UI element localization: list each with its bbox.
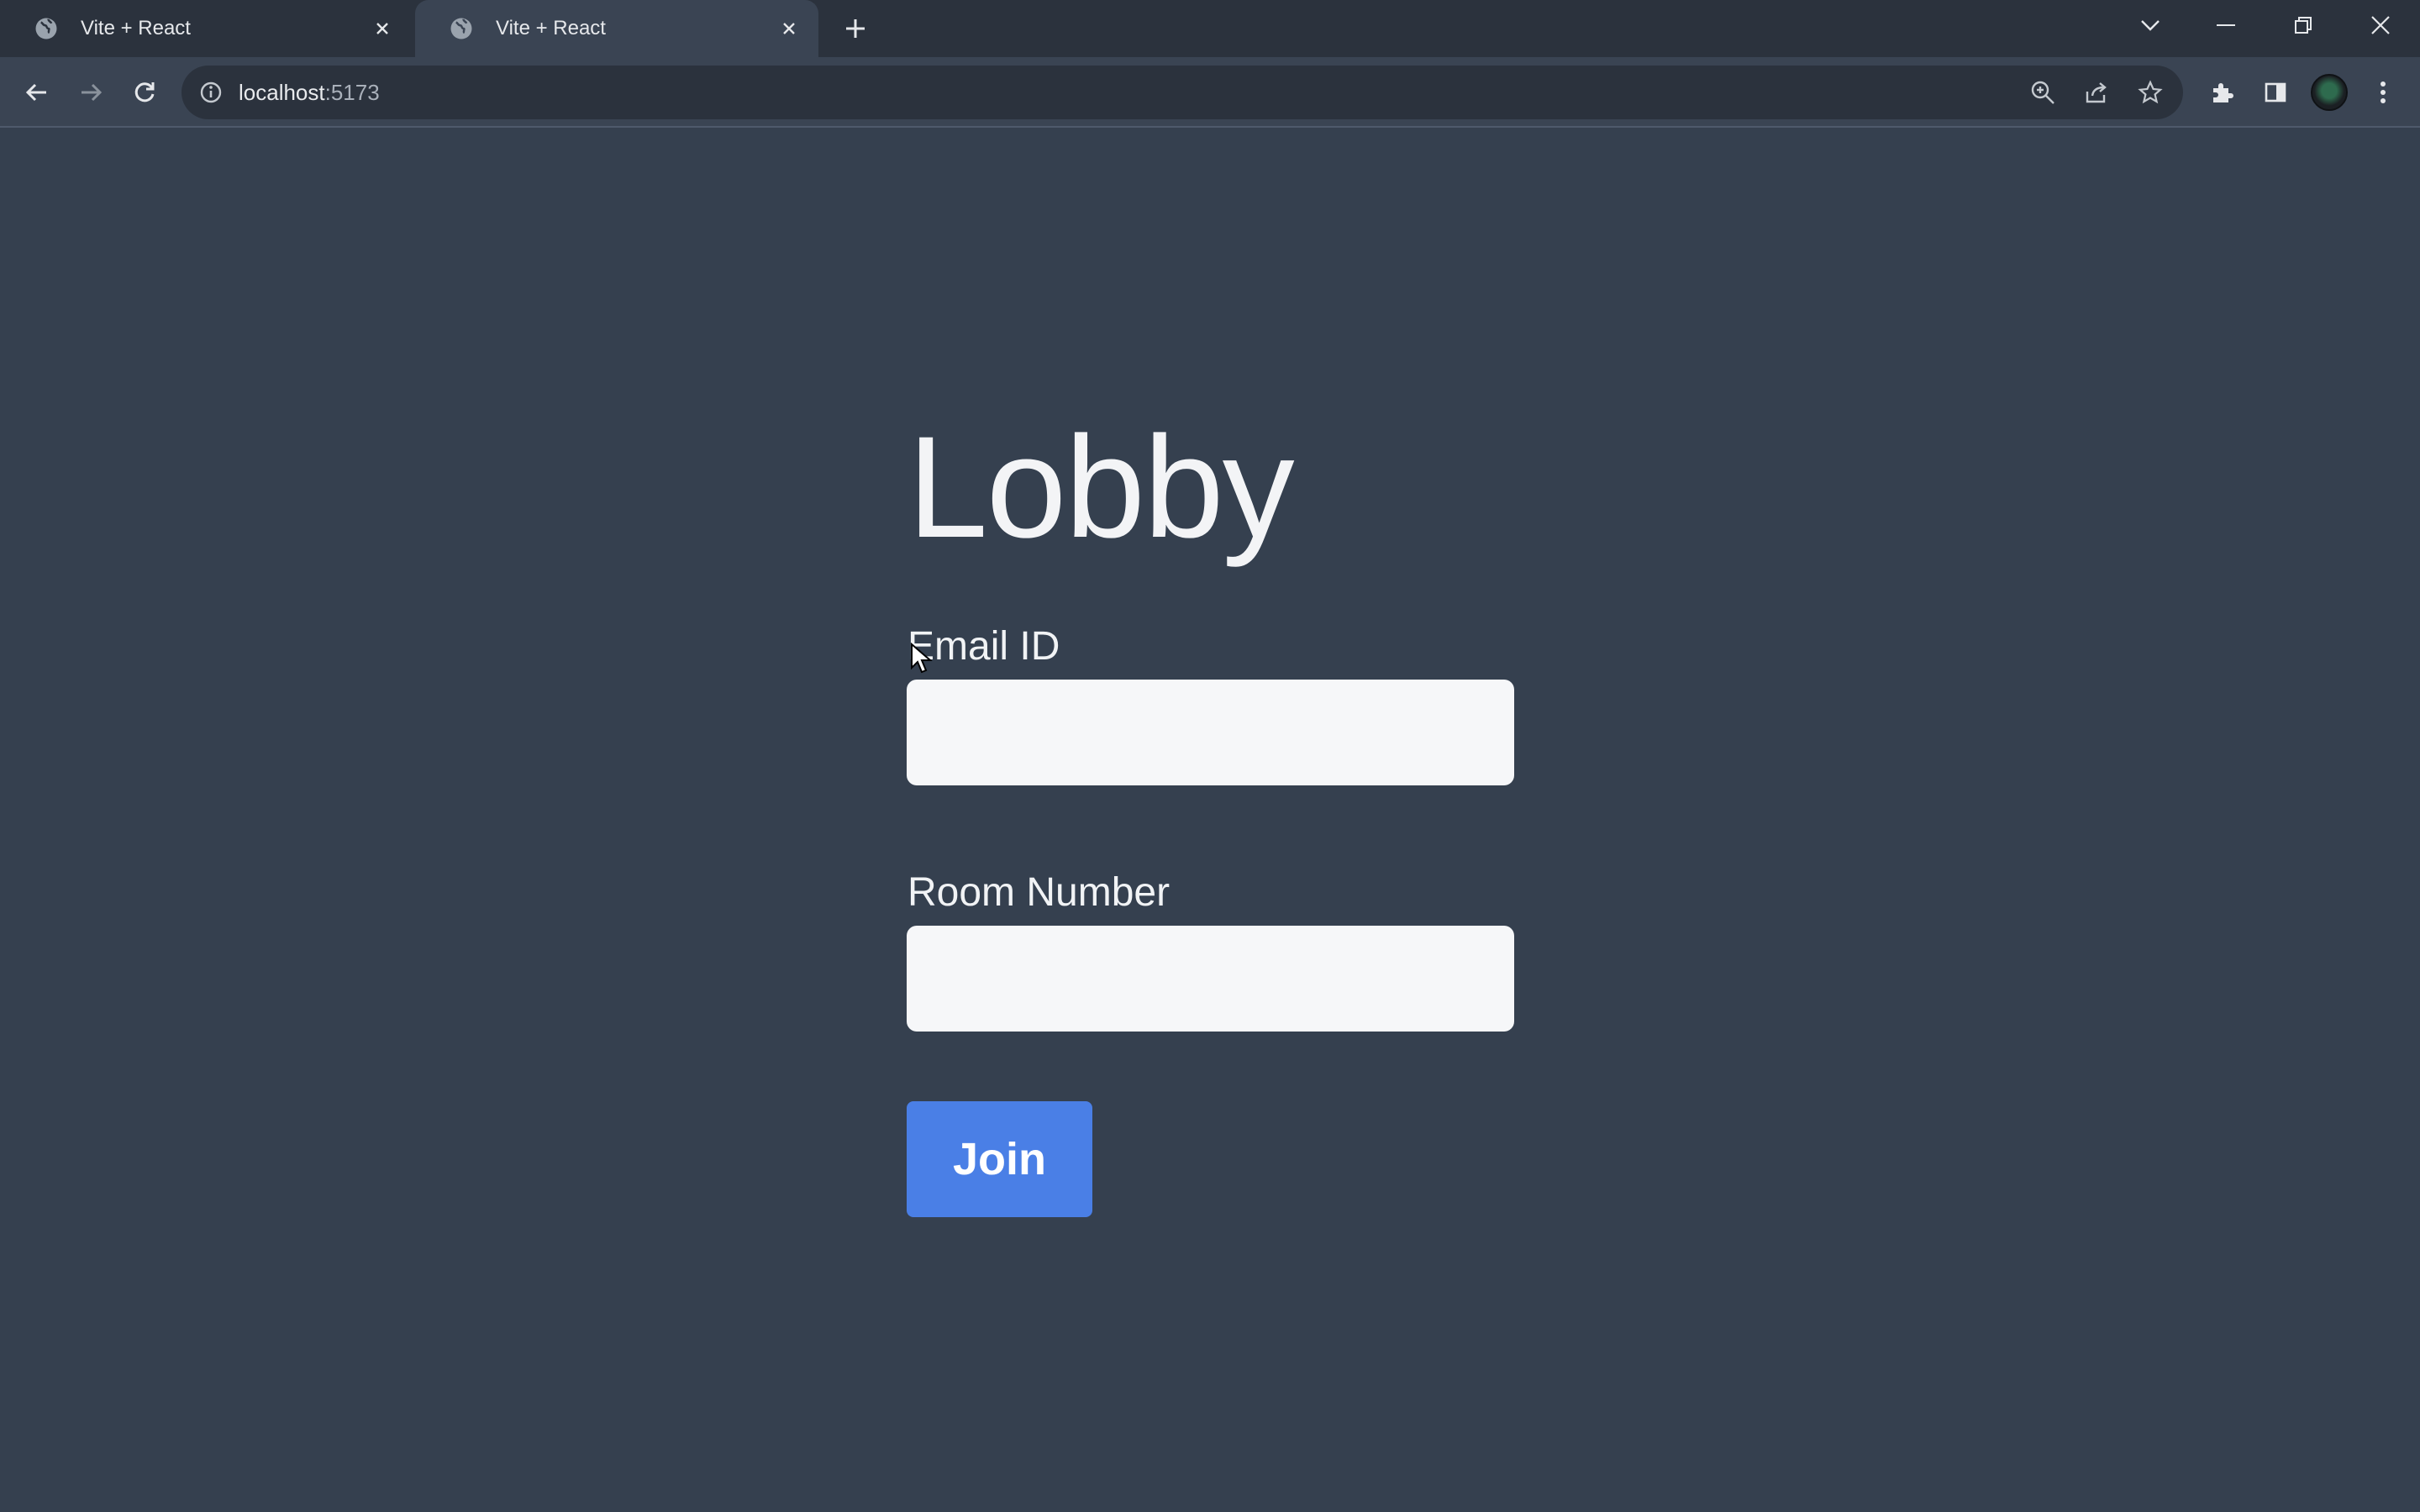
arrow-left-icon (24, 80, 50, 105)
minimize-button[interactable] (2205, 7, 2247, 44)
join-button[interactable]: Join (907, 1101, 1092, 1217)
address-bar[interactable]: localhost:5173 (182, 66, 2183, 119)
star-icon[interactable] (2136, 78, 2165, 107)
arrow-right-icon (78, 80, 103, 105)
page-content: Lobby Email ID Room Number Join (0, 129, 2420, 1512)
info-icon[interactable] (198, 80, 224, 105)
tab-search-button[interactable] (2129, 7, 2171, 44)
globe-icon (449, 16, 474, 41)
email-field[interactable] (907, 680, 1514, 785)
tab-vite-react-2[interactable]: Vite + React (415, 0, 818, 57)
puzzle-icon (2209, 80, 2234, 105)
restore-icon (2294, 16, 2312, 34)
room-number-field[interactable] (907, 926, 1514, 1032)
url-host: localhost (239, 80, 325, 105)
window-close-button[interactable] (2360, 7, 2402, 44)
side-panel-icon (2264, 81, 2287, 104)
mouse-cursor-icon (911, 643, 933, 674)
browser-toolbar: localhost:5173 (0, 57, 2420, 128)
globe-icon (34, 16, 59, 41)
side-panel-button[interactable] (2257, 74, 2294, 111)
tab-strip: Vite + React Vite + React (0, 0, 2420, 57)
reload-icon (132, 80, 157, 105)
tab-title: Vite + React (496, 17, 606, 39)
tab-vite-react-1[interactable]: Vite + React (0, 0, 412, 57)
page-title: Lobby (908, 407, 1295, 568)
more-vertical-icon (2379, 80, 2387, 105)
chevron-down-icon (2140, 19, 2160, 31)
url-text: localhost:5173 (239, 66, 380, 119)
menu-button[interactable] (2365, 74, 2402, 111)
room-label: Room Number (908, 870, 1171, 915)
new-tab-button[interactable] (839, 12, 872, 45)
url-port: :5173 (324, 80, 380, 105)
tab-title: Vite + React (81, 17, 191, 39)
plus-icon (844, 17, 867, 40)
minimize-icon (2217, 24, 2235, 27)
forward-button[interactable] (72, 74, 109, 111)
share-icon[interactable] (2082, 78, 2111, 107)
reload-button[interactable] (126, 74, 163, 111)
close-icon[interactable] (775, 14, 803, 43)
extensions-button[interactable] (2203, 74, 2240, 111)
zoom-icon[interactable] (2028, 78, 2057, 107)
close-icon[interactable] (368, 14, 397, 43)
close-icon (2370, 15, 2391, 35)
restore-button[interactable] (2282, 7, 2324, 44)
back-button[interactable] (18, 74, 55, 111)
profile-avatar[interactable] (2311, 74, 2348, 111)
